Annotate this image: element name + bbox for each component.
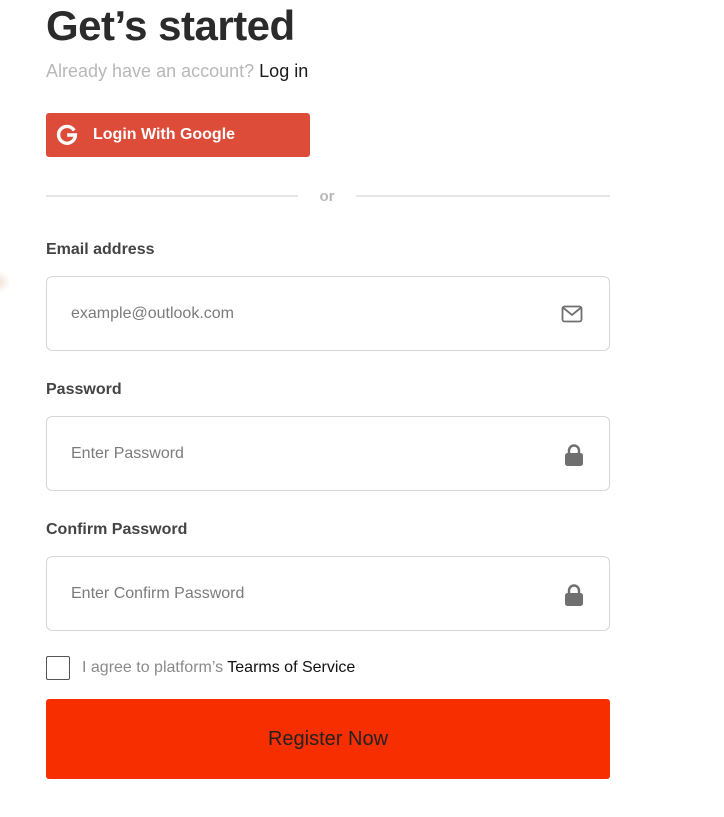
password-label: Password xyxy=(46,381,122,398)
email-field-wrapper xyxy=(46,276,610,351)
divider-line-right xyxy=(356,195,610,197)
lock-icon xyxy=(565,444,583,466)
lock-icon xyxy=(565,584,583,606)
google-g-icon xyxy=(56,124,78,145)
confirm-password-label: Confirm Password xyxy=(46,521,188,538)
terms-checkbox[interactable] xyxy=(46,656,70,680)
google-login-button[interactable]: Login With Google xyxy=(46,113,310,157)
email-input[interactable] xyxy=(71,277,551,350)
confirm-password-field-wrapper xyxy=(46,556,610,631)
page-title: Get’s started xyxy=(46,2,295,49)
divider-line-left xyxy=(46,195,298,197)
password-input[interactable] xyxy=(71,417,551,490)
password-field-wrapper xyxy=(46,416,610,491)
login-link[interactable]: Log in xyxy=(259,61,308,81)
divider-text: or xyxy=(319,188,335,205)
login-prompt: Already have an account? Log in xyxy=(46,60,308,82)
mail-icon xyxy=(561,305,583,323)
or-divider: or xyxy=(46,186,610,208)
terms-prefix: I agree to platform’s xyxy=(82,659,224,676)
register-button[interactable]: Register Now xyxy=(46,699,610,779)
decorative-blob xyxy=(0,270,10,294)
email-label: Email address xyxy=(46,241,155,258)
confirm-password-input[interactable] xyxy=(71,557,551,630)
signup-page: Get’s started Already have an account? L… xyxy=(0,0,724,817)
google-login-label: Login With Google xyxy=(93,126,236,143)
login-prompt-text: Already have an account? xyxy=(46,61,255,81)
terms-of-service-link[interactable]: Tearms of Service xyxy=(227,659,355,676)
terms-text: I agree to platform’s Tearms of Service xyxy=(82,659,355,677)
